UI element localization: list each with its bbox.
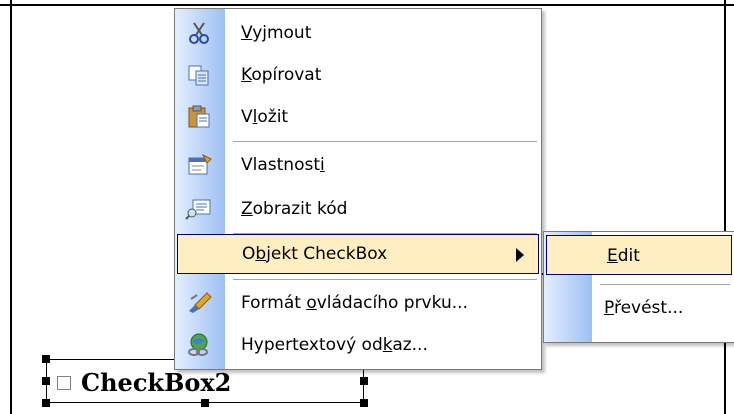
menu-item-label: Vyjmout	[241, 23, 312, 43]
scissors-icon	[185, 21, 213, 45]
hyperlink-icon	[185, 333, 213, 357]
view-code-icon	[185, 197, 213, 221]
menu-item-checkbox-object[interactable]: Objekt CheckBox	[177, 234, 539, 274]
checkbox-square[interactable]	[57, 376, 71, 390]
submenu-item-convert[interactable]: Převést...	[544, 288, 734, 328]
menu-separator	[233, 141, 537, 142]
context-menu: Vyjmout Kopírovat Vložit Vlastnosti Zobr…	[174, 8, 542, 370]
submenu-arrow-icon	[516, 248, 524, 262]
resize-handle-top-left[interactable]	[42, 355, 50, 363]
properties-icon	[185, 153, 213, 177]
menu-item-format-control[interactable]: Formát ovládacího prvku...	[175, 283, 541, 323]
menu-item-cut[interactable]: Vyjmout	[175, 13, 541, 53]
submenu-separator	[600, 284, 730, 285]
menu-item-label: Formát ovládacího prvku...	[241, 293, 468, 313]
menu-item-label: Kopírovat	[241, 65, 322, 85]
menu-item-label: Vlastnosti	[241, 155, 325, 175]
menu-item-properties[interactable]: Vlastnosti	[175, 145, 541, 185]
resize-handle-left[interactable]	[42, 377, 50, 385]
submenu-item-label: Edit	[607, 246, 640, 266]
menu-item-view-code[interactable]: Zobrazit kód	[175, 189, 541, 229]
checkbox-label: CheckBox2	[81, 368, 232, 397]
resize-handle-bottom-right[interactable]	[360, 399, 368, 407]
menu-item-copy[interactable]: Kopírovat	[175, 55, 541, 95]
menu-item-label: Vložit	[241, 107, 289, 127]
menu-item-label: Zobrazit kód	[241, 199, 348, 219]
copy-icon	[185, 63, 213, 87]
resize-handle-bottom-left[interactable]	[42, 399, 50, 407]
menu-item-hyperlink[interactable]: Hypertextový odkaz...	[175, 325, 541, 365]
page-border-right	[724, 0, 726, 414]
resize-handle-bottom[interactable]	[201, 399, 209, 407]
checkbox-object-submenu: Edit Převést...	[543, 231, 734, 343]
menu-separator	[233, 279, 537, 280]
page-border-left	[10, 0, 12, 414]
document-canvas: CheckBox2 Vyjmout Kopírovat Vložit Vlast…	[0, 0, 734, 414]
menu-item-label: Objekt CheckBox	[242, 244, 388, 264]
menu-item-label: Hypertextový odkaz...	[241, 335, 428, 355]
page-border-top	[0, 4, 734, 6]
menu-item-paste[interactable]: Vložit	[175, 97, 541, 137]
format-control-icon	[185, 291, 213, 315]
resize-handle-right[interactable]	[360, 377, 368, 385]
paste-icon	[185, 105, 213, 129]
submenu-item-label: Převést...	[604, 298, 684, 318]
submenu-item-edit[interactable]: Edit	[546, 235, 732, 275]
